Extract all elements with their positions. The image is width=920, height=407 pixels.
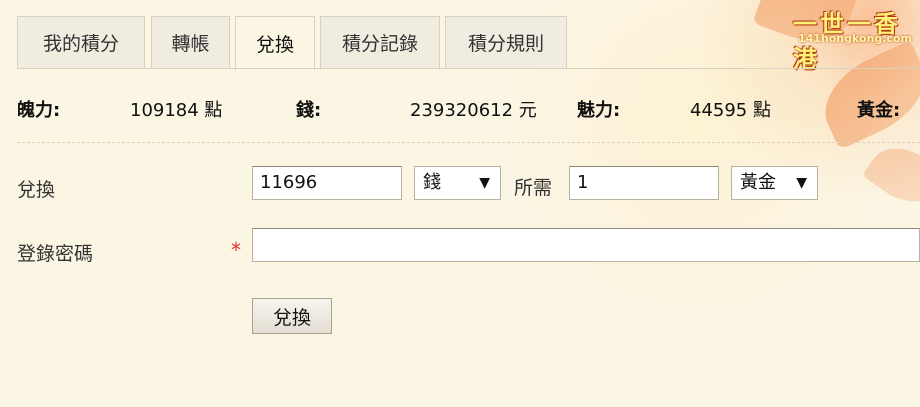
required-label: 所需 — [514, 177, 553, 199]
stat-value-vigor: 109184 點 — [130, 100, 223, 121]
tab-points-rules[interactable]: 積分規則 — [445, 16, 567, 68]
dropdown-arrow-icon: ▼ — [479, 175, 490, 191]
from-currency-select[interactable]: 錢 ▼ — [414, 166, 501, 200]
exchange-submit-button[interactable]: 兌換 — [252, 298, 332, 334]
tab-points-log[interactable]: 積分記錄 — [320, 16, 440, 68]
stat-label-gold: 黃金: — [857, 100, 901, 121]
stat-label-money: 錢: — [296, 100, 322, 121]
stat-label-vigor: 魄力: — [17, 100, 61, 121]
exchange-amount-input[interactable]: 11696 — [252, 166, 402, 200]
password-input[interactable] — [252, 228, 920, 262]
required-amount-field[interactable]: 1 — [569, 166, 719, 200]
site-logo[interactable]: 一世一香港 141hongkong.com — [793, 6, 918, 73]
stat-value-charm: 44595 點 — [690, 100, 771, 121]
required-asterisk: * — [231, 238, 241, 262]
tab-transfer[interactable]: 轉帳 — [151, 16, 230, 68]
tab-underline — [17, 68, 920, 69]
stat-value-money: 239320612 元 — [410, 100, 537, 121]
logo-subtext: 141hongkong.com — [797, 32, 912, 45]
to-currency-select[interactable]: 黃金 ▼ — [731, 166, 818, 200]
password-label: 登錄密碼 — [17, 243, 94, 265]
dropdown-arrow-icon: ▼ — [796, 175, 807, 191]
tab-exchange[interactable]: 兌換 — [235, 16, 315, 70]
from-currency-value: 錢 — [423, 172, 441, 193]
to-currency-value: 黃金 — [740, 172, 776, 193]
exchange-label: 兌換 — [17, 179, 56, 201]
tab-my-points[interactable]: 我的積分 — [17, 16, 145, 68]
stat-label-charm: 魅力: — [577, 100, 621, 121]
section-divider — [17, 142, 920, 143]
